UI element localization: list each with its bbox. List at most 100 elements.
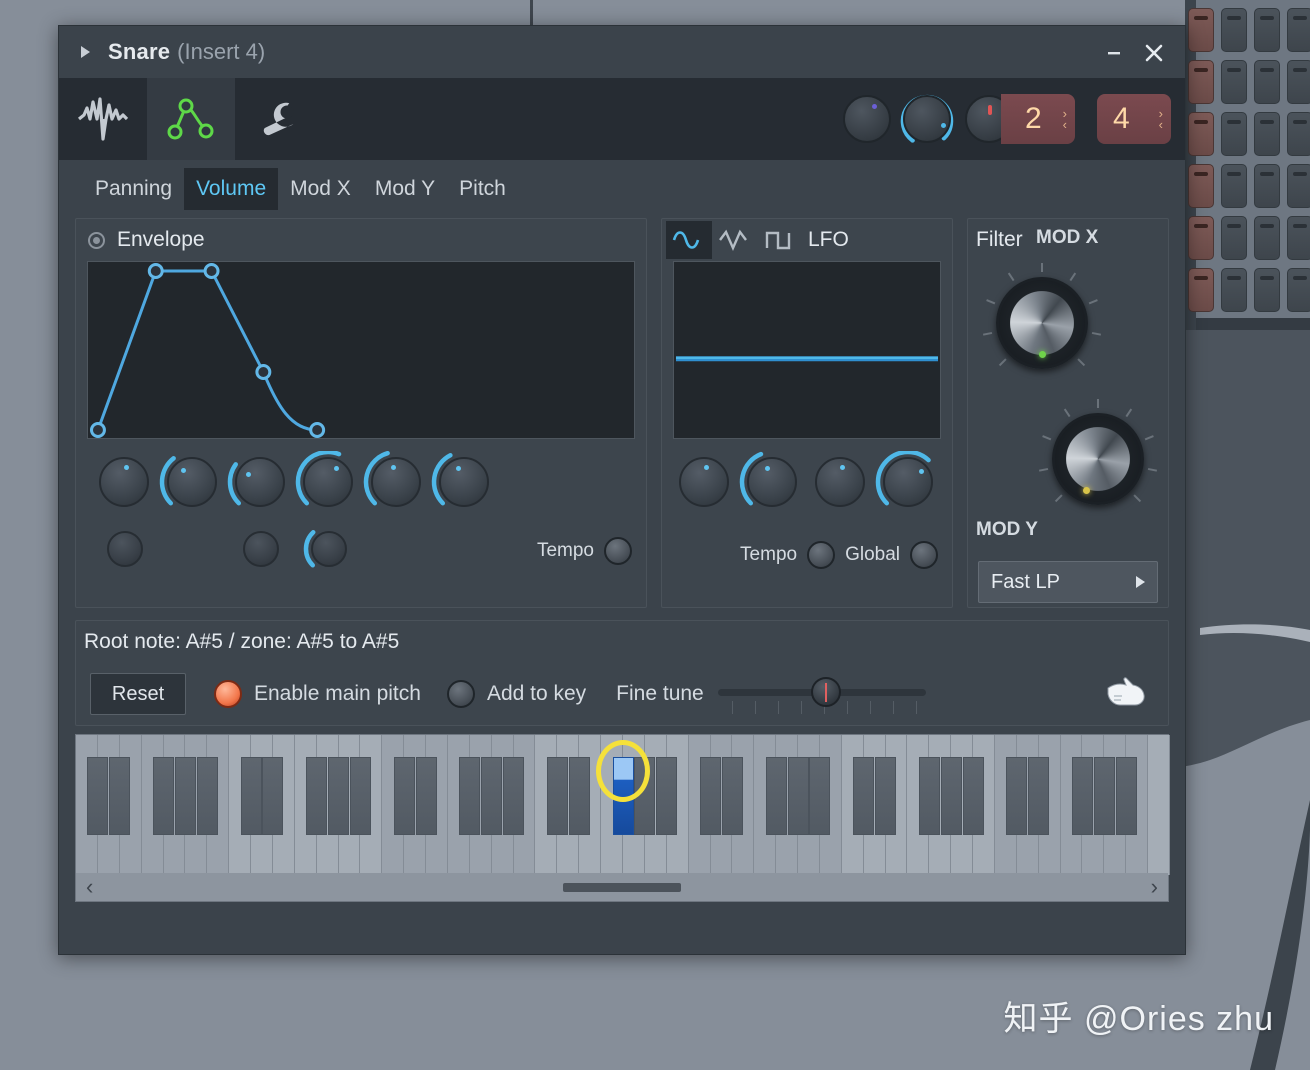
sequencer-pad[interactable]	[1254, 60, 1280, 104]
tab-mod-x[interactable]: Mod X	[278, 168, 363, 210]
scroll-thumb[interactable]	[563, 882, 681, 892]
black-key[interactable]	[262, 757, 284, 835]
pitch-knob[interactable]	[843, 95, 891, 143]
sequencer-pad[interactable]	[1287, 112, 1310, 156]
black-key[interactable]	[393, 757, 415, 835]
black-key[interactable]	[634, 757, 656, 835]
tab-volume[interactable]: Volume	[184, 168, 279, 210]
black-key[interactable]	[1071, 757, 1093, 835]
black-key[interactable]	[349, 757, 371, 835]
keyboard-scrollbar[interactable]: ‹ ›	[76, 873, 1168, 901]
lfo-square-icon[interactable]	[758, 221, 800, 259]
black-key[interactable]	[546, 757, 568, 835]
lfo-attack-knob[interactable]	[738, 451, 806, 519]
enable-main-pitch-group[interactable]: Enable main pitch	[214, 680, 421, 708]
sequencer-pad[interactable]	[1287, 268, 1310, 312]
sequencer-pad[interactable]	[1188, 164, 1214, 208]
env-hold-knob[interactable]	[226, 451, 294, 519]
black-key[interactable]	[1006, 757, 1028, 835]
mix-knob[interactable]	[900, 94, 954, 143]
white-key[interactable]	[1148, 735, 1170, 875]
black-key[interactable]	[196, 757, 218, 835]
black-key[interactable]	[328, 757, 350, 835]
black-key[interactable]	[87, 757, 109, 835]
env-release-knob[interactable]	[430, 451, 498, 519]
sequencer-pad[interactable]	[1221, 164, 1247, 208]
tab-mod-y[interactable]: Mod Y	[363, 168, 447, 210]
black-key[interactable]	[503, 757, 525, 835]
envelope-graph[interactable]	[87, 261, 635, 439]
lfo-amount-knob[interactable]	[874, 451, 942, 519]
sample-tab[interactable]	[59, 78, 147, 160]
settings-tab[interactable]	[235, 78, 323, 160]
env-attack-knob[interactable]	[158, 451, 226, 519]
sequencer-pad[interactable]	[1188, 216, 1214, 260]
black-key[interactable]	[853, 757, 875, 835]
env-delay-knob[interactable]	[90, 451, 158, 519]
filter-type-select[interactable]: Fast LP	[978, 561, 1158, 603]
black-key[interactable]	[940, 757, 962, 835]
sequencer-pad[interactable]	[1221, 8, 1247, 52]
black-key[interactable]	[721, 757, 743, 835]
lfo-global-toggle[interactable]	[910, 541, 938, 569]
black-key[interactable]	[962, 757, 984, 835]
black-key[interactable]	[700, 757, 722, 835]
black-key[interactable]	[153, 757, 175, 835]
black-key[interactable]	[787, 757, 809, 835]
add-to-key-led[interactable]	[446, 680, 475, 708]
lfo-tempo-toggle[interactable]	[807, 541, 836, 569]
lfo-delay-knob[interactable]	[670, 451, 738, 519]
env-sustain-knob[interactable]	[362, 451, 430, 519]
envelope-enable-radio[interactable]	[88, 231, 105, 249]
sequencer-pad[interactable]	[1287, 60, 1310, 104]
envelope-tempo-toggle[interactable]	[604, 537, 632, 565]
black-key[interactable]	[765, 757, 787, 835]
lfo-triangle-icon[interactable]	[712, 221, 758, 259]
sequencer-pad[interactable]	[1221, 216, 1247, 260]
black-key[interactable]	[656, 757, 678, 835]
black-key[interactable]	[1115, 757, 1137, 835]
scroll-left-arrow[interactable]: ‹	[86, 874, 93, 900]
tab-pitch[interactable]: Pitch	[447, 168, 518, 210]
black-key[interactable]	[306, 757, 328, 835]
enable-main-pitch-led[interactable]	[214, 680, 242, 708]
hand-pointer-icon[interactable]	[1102, 674, 1148, 715]
sequencer-pad[interactable]	[1254, 216, 1280, 260]
sequencer-pad[interactable]	[1254, 164, 1280, 208]
sequencer-pad[interactable]	[1287, 216, 1310, 260]
slide-stepper-icon[interactable]: › ‹	[1159, 107, 1163, 131]
black-key[interactable]	[481, 757, 503, 835]
lfo-sine-icon[interactable]	[666, 221, 712, 259]
close-button[interactable]	[1137, 38, 1171, 68]
black-key[interactable]	[459, 757, 481, 835]
sequencer-pad[interactable]	[1254, 112, 1280, 156]
envelope-tab[interactable]	[147, 78, 235, 160]
black-key-selected[interactable]	[612, 757, 634, 835]
env-decay-tension-knob[interactable]	[226, 523, 294, 579]
sequencer-pad[interactable]	[1287, 8, 1310, 52]
reset-button[interactable]: Reset	[90, 673, 186, 715]
sequencer-pad[interactable]	[1188, 60, 1214, 104]
black-key[interactable]	[1093, 757, 1115, 835]
mod-y-knob[interactable]	[1038, 399, 1158, 519]
add-to-key-group[interactable]: Add to key	[446, 680, 586, 708]
minimize-button[interactable]	[1097, 38, 1131, 68]
black-key[interactable]	[918, 757, 940, 835]
sequencer-pad[interactable]	[1221, 268, 1247, 312]
scroll-right-arrow[interactable]: ›	[1151, 874, 1158, 900]
black-key[interactable]	[174, 757, 196, 835]
black-key[interactable]	[809, 757, 831, 835]
polyphony-stepper-icon[interactable]: › ‹	[1063, 107, 1067, 131]
tab-panning[interactable]: Panning	[83, 168, 184, 210]
env-attack-tension-knob[interactable]	[90, 523, 158, 579]
lfo-graph[interactable]	[673, 261, 941, 439]
sequencer-pad[interactable]	[1188, 268, 1214, 312]
black-key[interactable]	[415, 757, 437, 835]
black-key[interactable]	[875, 757, 897, 835]
polyphony-field[interactable]: 2 › ‹	[1001, 94, 1075, 144]
triangle-right-icon[interactable]	[81, 46, 90, 58]
fine-tune-thumb[interactable]	[810, 677, 841, 707]
lfo-speed-knob[interactable]	[806, 451, 874, 519]
black-key[interactable]	[240, 757, 262, 835]
sequencer-pad[interactable]	[1287, 164, 1310, 208]
